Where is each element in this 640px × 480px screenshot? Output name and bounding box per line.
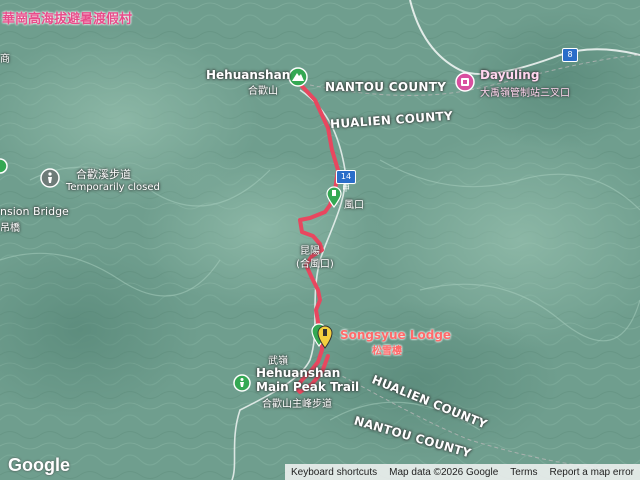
dayuling-sublabel: 大禹嶺管制站三叉口 <box>480 88 570 99</box>
lodge-sublabel: 松雪樓 <box>372 346 402 357</box>
fengkou-label: 風口 <box>344 200 364 211</box>
road-shield-14a: 14甲 <box>336 170 356 193</box>
landmark-icon[interactable] <box>455 72 475 96</box>
creek-trail-status: Temporarily closed <box>66 182 160 193</box>
start-pin-icon[interactable] <box>326 186 342 212</box>
bridge-label[interactable]: nsion Bridge <box>0 205 69 218</box>
main-trail-label[interactable]: Hehuanshan <box>256 366 340 380</box>
wuling-label: 武嶺 <box>268 356 288 367</box>
map-data-text: Map data ©2026 Google <box>389 466 499 478</box>
terms-link[interactable]: Terms <box>504 467 543 478</box>
end-pin-icon[interactable] <box>309 316 337 354</box>
banner-label[interactable]: 華崗高海拔避暑渡假村 <box>2 8 132 27</box>
main-trail-label-2[interactable]: Main Peak Trail <box>256 380 359 394</box>
mountain-icon[interactable] <box>288 67 308 91</box>
county-label-nantou-north: NANTOU COUNTY <box>325 80 447 94</box>
road-shield-8: 8 <box>562 48 578 62</box>
lodge-label[interactable]: Songsyue Lodge <box>340 328 451 342</box>
attribution-bar: Keyboard shortcuts Map data ©2026 Google… <box>284 464 640 480</box>
trail-marker-icon[interactable] <box>233 374 251 396</box>
bridge-sublabel: 吊橋 <box>0 223 20 234</box>
hehuanshan-sublabel: 合歡山 <box>248 86 278 97</box>
report-error-link[interactable]: Report a map error <box>544 467 640 478</box>
creek-trail-label[interactable]: 合歡溪步道 <box>76 166 131 182</box>
main-trail-sublabel: 合歡山主峰步道 <box>262 399 332 410</box>
bridge-icon[interactable] <box>0 158 8 178</box>
keyboard-shortcuts-link[interactable]: Keyboard shortcuts <box>285 467 383 478</box>
pass-sublabel: (合風口) <box>296 259 334 270</box>
map-footer: Keyboard shortcuts Map data ©2026 Google… <box>0 464 640 480</box>
left-edge-label: 商 <box>0 54 10 65</box>
dayuling-label[interactable]: Dayuling <box>480 68 539 82</box>
hehuanshan-label[interactable]: Hehuanshan <box>206 68 290 82</box>
trail-icon[interactable] <box>40 168 60 192</box>
